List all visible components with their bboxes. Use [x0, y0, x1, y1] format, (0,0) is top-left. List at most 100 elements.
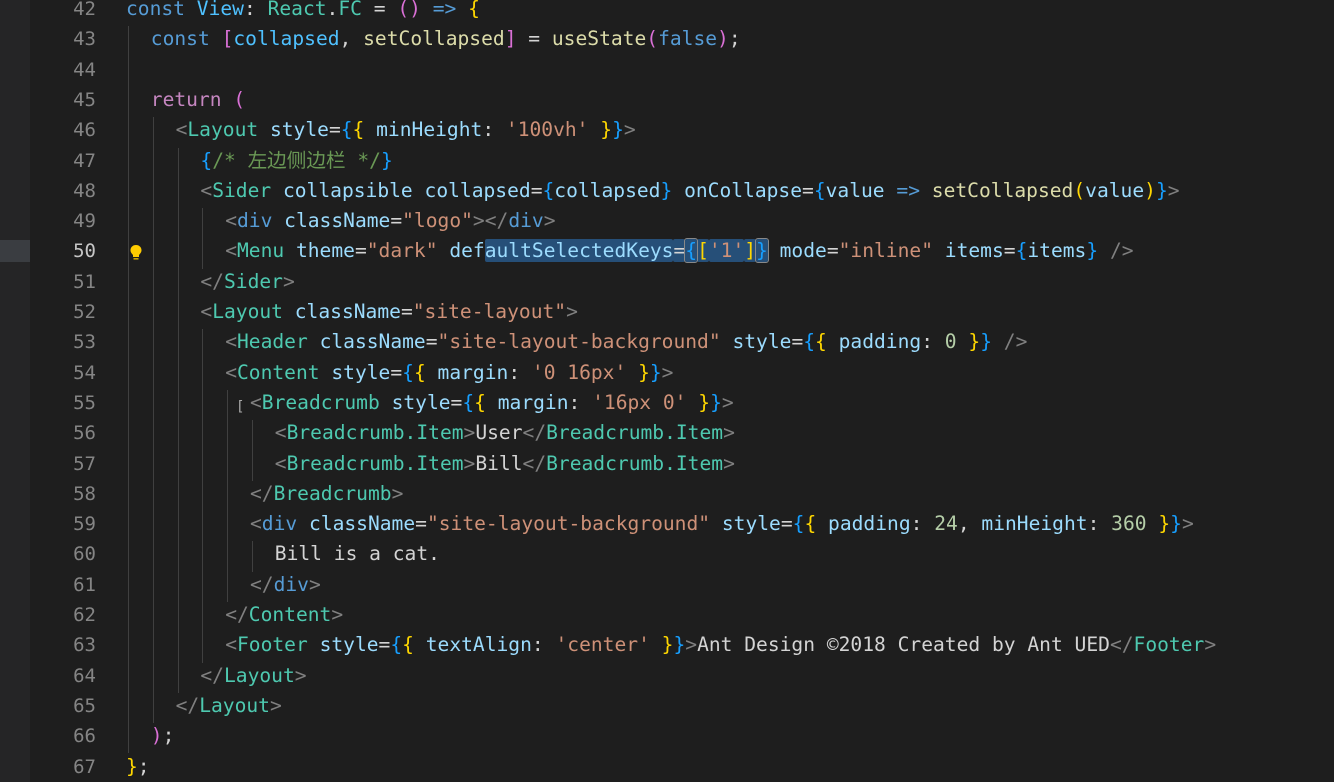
- code-token: </: [250, 572, 274, 596]
- code-token: const: [150, 27, 210, 51]
- code-token: margin: [437, 360, 509, 384]
- code-line[interactable]: );: [151, 721, 175, 751]
- code-token: =: [791, 330, 804, 354]
- code-line[interactable]: <Menu theme="dark" defaultSelectedKeys={…: [225, 236, 1134, 266]
- code-token: /* 左边侧边栏 */: [212, 148, 381, 172]
- code-token: {: [792, 512, 805, 536]
- code-line[interactable]: <Breadcrumb.Item>User</Breadcrumb.Item>: [275, 418, 735, 448]
- line-number: 42: [73, 0, 96, 20]
- code-token: }: [612, 118, 624, 142]
- indent-guide: [202, 208, 204, 269]
- code-line[interactable]: const [collapsed, setCollapsed] = useSta…: [151, 24, 741, 54]
- line-number: 49: [73, 210, 96, 233]
- code-token: Sider: [212, 178, 272, 202]
- code-token: 24: [934, 512, 958, 536]
- code-token: Layout: [187, 118, 259, 142]
- code-line[interactable]: </div>: [250, 570, 321, 600]
- code-line[interactable]: </Breadcrumb>: [250, 479, 403, 509]
- code-token: >: [269, 693, 282, 717]
- code-editor[interactable]: 42 43 44 45 46 47 48 49 50 51 52 53 54 55 56 57 58 59 60 61…: [0, 0, 1334, 782]
- code-token: style: [732, 330, 792, 354]
- code-token: <: [225, 209, 237, 233]
- indent-guide: [227, 389, 229, 602]
- code-token: =: [400, 300, 413, 323]
- code-line[interactable]: <Footer style={{ textAlign: 'center' }}>…: [225, 630, 1216, 660]
- code-token: [: [221, 27, 234, 51]
- code-token: />: [1109, 239, 1134, 263]
- code-token: </: [1109, 633, 1134, 657]
- code-line[interactable]: <Content style={{ margin: '0 16px' }}>: [225, 358, 673, 388]
- code-line[interactable]: </Layout>: [176, 691, 282, 721]
- code-line[interactable]: Bill is a cat.: [275, 539, 440, 569]
- fold-bracket-icon[interactable]: [: [236, 392, 244, 422]
- code-token: "site-layout-background": [437, 330, 721, 354]
- code-token: </: [200, 269, 224, 293]
- code-token: "logo": [402, 209, 473, 233]
- code-token: {: [462, 390, 475, 414]
- code-token: ,: [339, 27, 364, 51]
- line-number: 65: [73, 694, 96, 717]
- code-line[interactable]: <Header className="site-layout-backgroun…: [225, 327, 1027, 357]
- code-token: {: [468, 0, 480, 20]
- code-token: <: [250, 512, 262, 536]
- code-line[interactable]: </Layout>: [200, 661, 306, 691]
- code-area[interactable]: const View: React.FC = () => {const [col…: [126, 0, 1334, 782]
- code-token: />: [1003, 330, 1028, 354]
- code-token: Breadcrumb.Item: [546, 421, 724, 445]
- line-number: 56: [73, 422, 96, 445]
- code-line[interactable]: return (: [151, 85, 245, 115]
- code-token: =: [425, 330, 438, 354]
- code-token: >: [463, 421, 476, 445]
- code-token: 'center': [555, 633, 650, 657]
- line-number: 66: [73, 725, 96, 748]
- code-token: collapsed: [424, 178, 531, 202]
- code-token: Bill: [475, 451, 523, 475]
- code-token: >: [391, 481, 404, 505]
- code-token: }: [755, 238, 769, 264]
- code-token: collapsible: [282, 178, 413, 202]
- code-line[interactable]: <Layout className="site-layout">: [200, 297, 578, 327]
- code-token: =: [361, 0, 398, 20]
- code-token: =: [780, 512, 793, 536]
- line-number: 64: [73, 664, 96, 687]
- code-token: <: [200, 178, 213, 202]
- code-line[interactable]: };: [126, 752, 150, 782]
- code-token: >: [566, 300, 578, 323]
- code-token: <: [225, 633, 237, 657]
- code-token: {: [402, 633, 414, 657]
- code-token: const: [126, 0, 185, 20]
- code-line[interactable]: <div className="site-layout-background" …: [250, 509, 1194, 539]
- code-token: {: [340, 118, 353, 142]
- code-token: </: [200, 663, 224, 687]
- code-line[interactable]: const View: React.FC = () => {: [126, 0, 480, 24]
- code-token: }: [980, 330, 992, 354]
- code-line[interactable]: <Sider collapsible collapsed={collapsed}…: [200, 176, 1179, 206]
- code-token: Layout: [223, 663, 295, 687]
- code-token: =>: [432, 0, 457, 20]
- code-line[interactable]: </Content>: [225, 600, 343, 630]
- code-token: Layout: [212, 300, 283, 323]
- code-token: div: [508, 209, 544, 233]
- code-token: textAlign: [425, 633, 532, 657]
- code-token: Footer: [1133, 633, 1205, 657]
- code-token: margin: [497, 390, 569, 414]
- code-token: :: [243, 0, 268, 20]
- code-line[interactable]: {/* 左边侧边栏 */}: [200, 146, 392, 176]
- code-token: FC: [338, 0, 362, 20]
- code-line[interactable]: </Sider>: [200, 267, 294, 297]
- code-token: =: [378, 633, 391, 657]
- code-line[interactable]: <Breadcrumb.Item>Bill</Breadcrumb.Item>: [275, 449, 735, 479]
- code-token: def: [449, 239, 485, 263]
- code-token: Breadcrumb: [261, 390, 380, 414]
- code-token: {: [352, 118, 365, 142]
- line-number: 46: [73, 119, 96, 142]
- code-line[interactable]: <div className="logo"></div>: [225, 206, 555, 236]
- code-line[interactable]: <Layout style={{ minHeight: '100vh' }}>: [176, 115, 636, 145]
- code-line[interactable]: [<Breadcrumb style={{ margin: '16px 0' }…: [236, 388, 734, 418]
- code-token: [: [697, 239, 709, 263]
